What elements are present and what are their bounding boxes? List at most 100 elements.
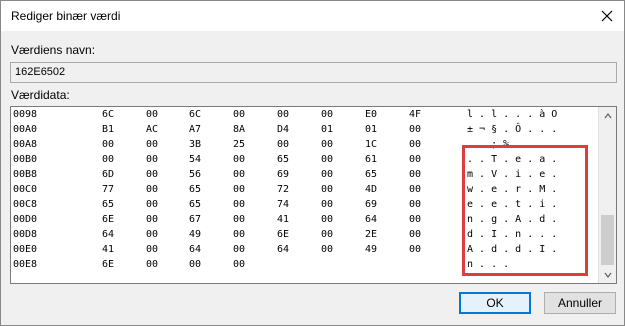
hex-byte: 00 [409,244,422,255]
ok-button[interactable]: OK [459,292,531,314]
hex-byte: 4F [409,109,422,120]
hex-byte: 00 [321,169,334,180]
hex-byte: 00 [102,139,115,150]
hex-byte: 00 [189,259,202,270]
hex-byte: 00 [233,109,246,120]
hex-byte: AC [146,124,159,135]
hex-byte: 00 [233,169,246,180]
hex-byte: 6E [277,229,290,240]
value-data-label: Værdidata: [11,88,70,102]
hex-address: 00B8 [13,169,38,180]
hex-byte: 00 [233,214,246,225]
vertical-scrollbar[interactable] [598,107,616,283]
hex-byte: 00 [321,184,334,195]
hex-byte: 65 [365,169,378,180]
hex-byte: 00 [409,214,422,225]
hex-ascii: ± ¬ § . Ô . . . [467,124,558,135]
hex-byte: 00 [146,139,159,150]
hex-byte: 00 [409,124,422,135]
hex-byte: 00 [233,259,246,270]
hex-byte: 00 [146,154,159,165]
hex-byte: 01 [365,124,378,135]
hex-address: 00E8 [13,259,38,270]
cancel-button[interactable]: Annuller [544,292,616,314]
hex-byte: 00 [146,184,159,195]
value-name-label: Værdiens navn: [11,43,96,57]
hex-byte: 54 [189,154,202,165]
hex-byte: 00 [321,199,334,210]
hex-byte: 00 [233,244,246,255]
scroll-up-button[interactable] [599,107,616,124]
hex-address: 0098 [13,109,38,120]
hex-row: 00E0 41 00 64 00 64 00 49 00 A . d . d . I . [11,244,601,256]
hex-address: 00E0 [13,244,38,255]
hex-byte: 61 [365,154,378,165]
hex-address: 00B0 [13,154,38,165]
hex-byte: E0 [365,109,378,120]
hex-byte: 77 [102,184,115,195]
value-name-text: 162E6502 [15,66,66,78]
value-name-field[interactable]: 162E6502 [10,62,617,83]
hex-byte: 00 [146,244,159,255]
hex-row: 0098 6C 00 6C 00 00 00 E0 4F l . l . . . à O [11,109,601,121]
hex-ascii: e . e . t . i . [467,199,558,210]
hex-byte: 6D [102,169,115,180]
hex-byte: 00 [233,229,246,240]
hex-row: 00A8 00 00 3B 25 00 00 1C 00 . . ; % . . . . [11,139,601,151]
hex-address: 00C0 [13,184,38,195]
hex-byte: 25 [233,139,246,150]
hex-byte: 6E [102,214,115,225]
edit-binary-value-dialog: Rediger binær værdi Værdiens navn: 162E6… [0,0,625,326]
close-icon [601,10,613,22]
hex-byte: 65 [189,199,202,210]
hex-byte: 65 [277,154,290,165]
hex-byte: 65 [102,199,115,210]
hex-byte: 41 [102,244,115,255]
hex-byte: 00 [233,184,246,195]
hex-byte: 1C [365,139,378,150]
scrollbar-thumb[interactable] [601,215,614,265]
close-button[interactable] [596,5,618,27]
hex-byte: 00 [146,259,159,270]
scroll-down-button[interactable] [599,266,616,283]
hex-byte: 00 [409,169,422,180]
hex-row: 00E8 6E 00 00 00 n . . . [11,259,601,271]
hex-byte: 64 [277,244,290,255]
hex-row: 00D8 64 00 49 00 6E 00 2E 00 d . I . n . . . [11,229,601,241]
hex-byte: 00 [102,154,115,165]
title-bar: Rediger binær værdi [1,1,624,31]
hex-byte: 00 [409,184,422,195]
hex-ascii: n . . . [467,259,510,270]
hex-byte: 00 [146,229,159,240]
chevron-up-icon [604,112,611,118]
hex-address: 00A0 [13,124,38,135]
hex-row: 00C8 65 00 65 00 74 00 69 00 e . e . t . i . [11,199,601,211]
hex-byte: 00 [409,229,422,240]
hex-byte: 72 [277,184,290,195]
hex-byte: 00 [277,139,290,150]
hex-byte: 00 [146,109,159,120]
hex-byte: 8A [233,124,246,135]
hex-ascii: d . I . n . . . [467,229,558,240]
hex-editor[interactable]: 0098 6C 00 6C 00 00 00 E0 4F l . l . . . à O 00A0 B… [10,106,617,284]
hex-byte: 00 [409,199,422,210]
hex-byte: 00 [321,109,334,120]
hex-byte: 00 [321,214,334,225]
hex-ascii: . . T . e . a . [467,154,558,165]
hex-row: 00B8 6D 00 56 00 69 00 65 00 m . V . i . e . [11,169,601,181]
hex-address: 00D8 [13,229,38,240]
hex-byte: 67 [189,214,202,225]
hex-byte: 00 [321,154,334,165]
hex-byte: 00 [233,154,246,165]
hex-byte: B1 [102,124,115,135]
hex-byte: D4 [277,124,290,135]
hex-row: 00A0 B1 AC A7 8A D4 01 01 00 ± ¬ § . Ô . . . [11,124,601,136]
hex-address: 00D0 [13,214,38,225]
hex-byte: 64 [102,229,115,240]
hex-byte: 01 [321,124,334,135]
hex-byte: 69 [277,169,290,180]
hex-byte: 00 [277,109,290,120]
hex-ascii: . . ; % . . . . [467,139,558,150]
hex-byte: 65 [189,184,202,195]
hex-byte: 49 [365,244,378,255]
